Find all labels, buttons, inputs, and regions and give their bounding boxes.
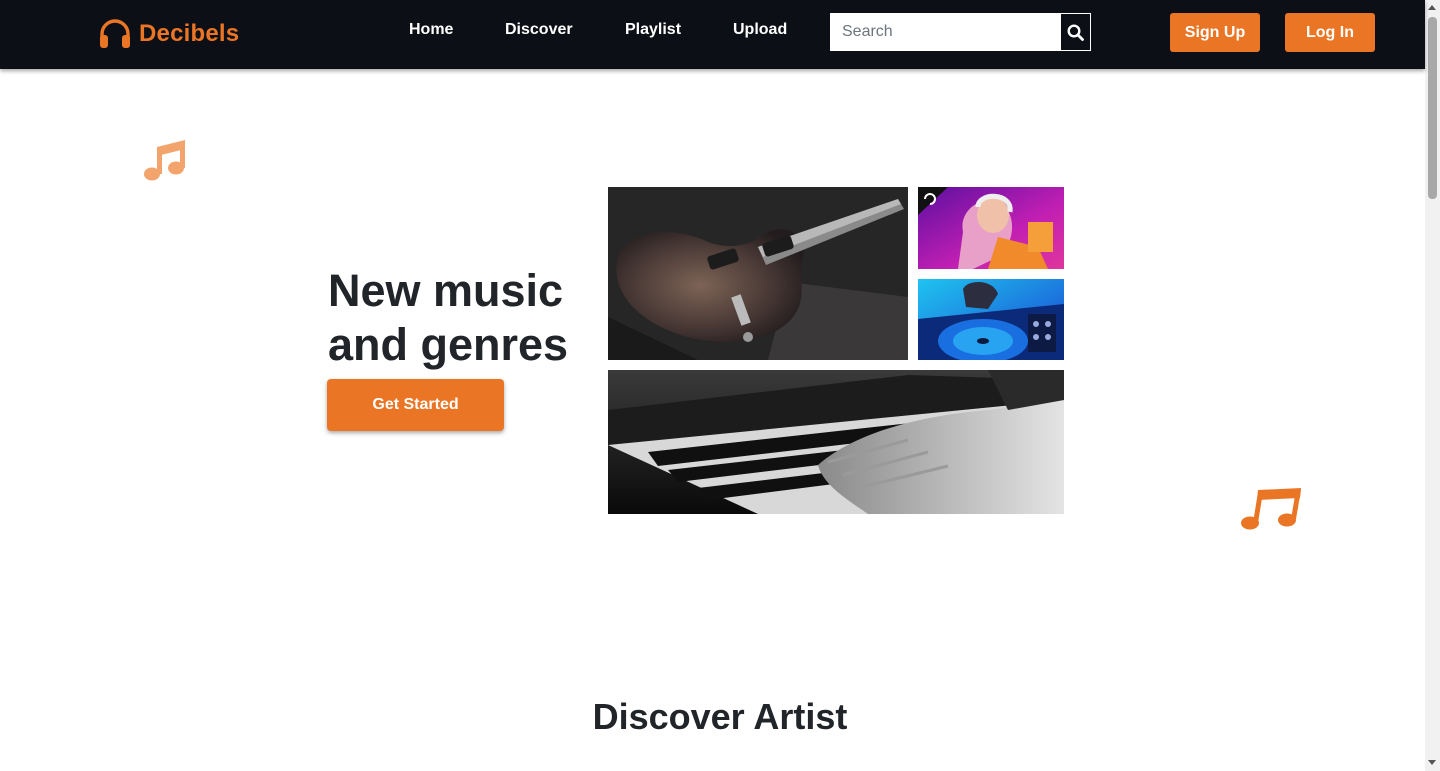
scroll-down-arrow-icon[interactable] [1428, 760, 1436, 765]
log-in-button[interactable]: Log In [1285, 13, 1375, 52]
nav-link-discover[interactable]: Discover [505, 21, 573, 39]
page-scrollbar[interactable] [1425, 0, 1440, 771]
nav-link-upload[interactable]: Upload [733, 21, 787, 39]
top-navbar: Decibels Home Discover Playlist Upload S… [0, 0, 1425, 69]
headphones-icon [100, 19, 130, 48]
music-note-icon [144, 140, 185, 181]
search-form [830, 13, 1091, 51]
search-button[interactable] [1060, 14, 1090, 50]
turntable-photo [918, 279, 1064, 360]
music-note-icon [1241, 488, 1301, 530]
sign-up-button[interactable]: Sign Up [1170, 13, 1260, 52]
brand-logo-link[interactable]: Decibels [99, 18, 239, 50]
search-icon [1067, 23, 1084, 41]
get-started-button[interactable]: Get Started [327, 379, 504, 431]
discover-artist-heading: Discover Artist [592, 696, 848, 737]
dj-photo [918, 187, 1064, 269]
guitar-photo [608, 187, 908, 360]
scroll-up-arrow-icon[interactable] [1428, 5, 1436, 10]
brand-name: Decibels [139, 20, 240, 47]
hero-title: New music and genres [328, 265, 569, 370]
search-input[interactable] [831, 14, 1060, 50]
scroll-thumb[interactable] [1428, 17, 1437, 199]
nav-link-playlist[interactable]: Playlist [625, 21, 681, 39]
piano-photo [608, 370, 1064, 514]
nav-link-home[interactable]: Home [409, 21, 453, 39]
